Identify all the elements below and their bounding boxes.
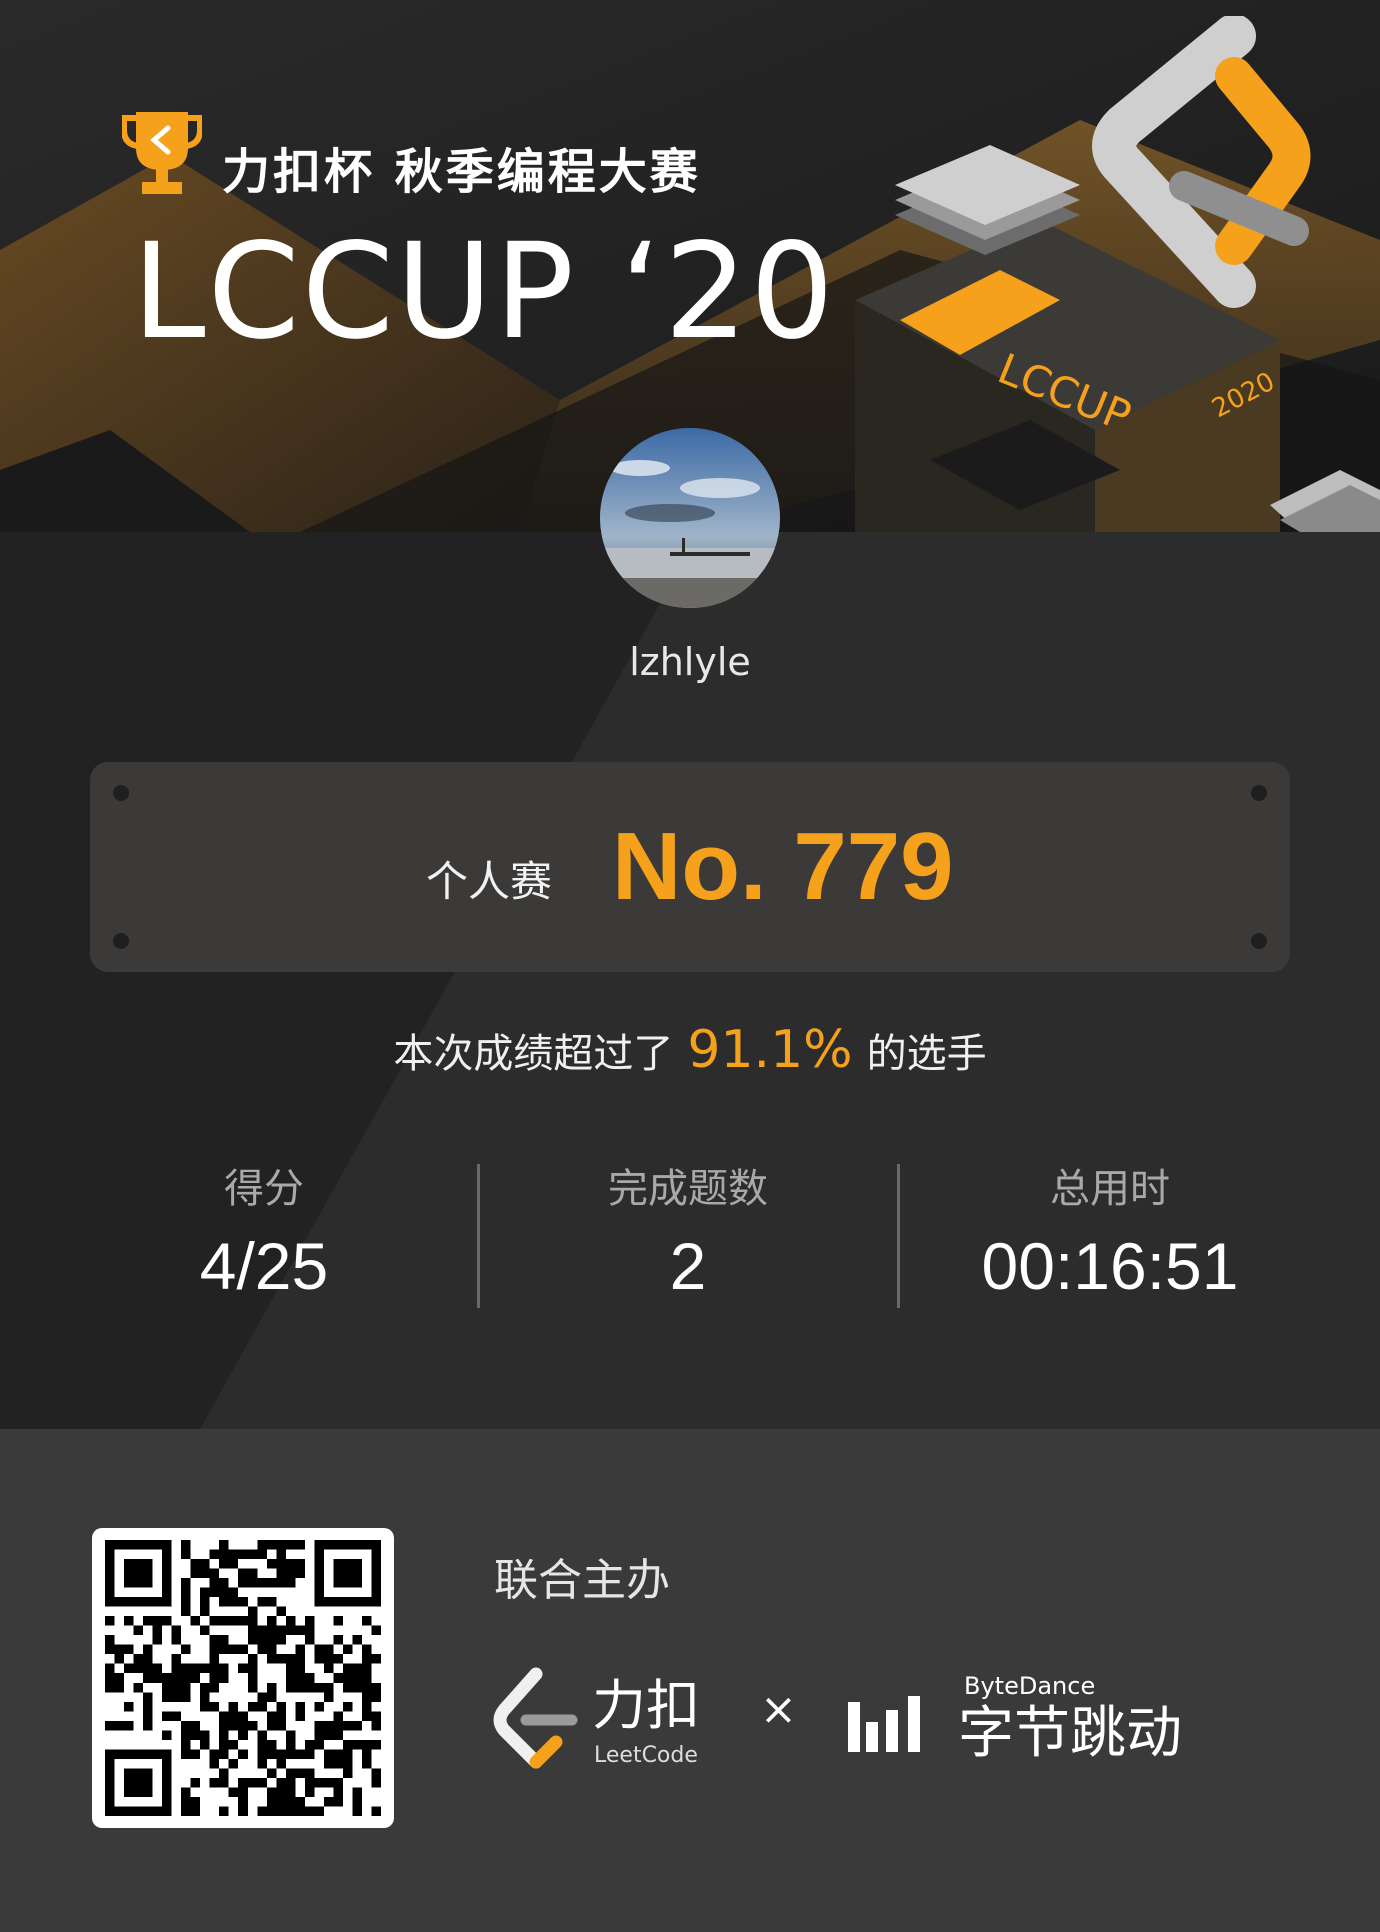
leetcode-cn: 力扣 bbox=[592, 1674, 700, 1737]
qr-code[interactable] bbox=[92, 1528, 394, 1828]
lccup-3d-logo bbox=[1092, 16, 1311, 308]
percentile-prefix: 本次成绩超过了 bbox=[393, 1031, 674, 1077]
rivet bbox=[1251, 785, 1267, 801]
rivet bbox=[113, 785, 129, 801]
bytedance-en: ByteDance bbox=[964, 1672, 1095, 1700]
times-sign: × bbox=[760, 1684, 797, 1735]
stat-label: 总用时 bbox=[1050, 1166, 1170, 1212]
contest-title: LCCUP ‘20 bbox=[132, 215, 836, 369]
stat-value: 00:16:51 bbox=[981, 1229, 1239, 1303]
leetcode-logo[interactable]: 力扣 LeetCode bbox=[492, 1662, 722, 1772]
rivet bbox=[1251, 933, 1267, 949]
bytedance-cn: 字节跳动 bbox=[958, 1701, 1182, 1766]
stat-value: 4/25 bbox=[199, 1229, 329, 1303]
box-year-label: 2020 bbox=[1210, 367, 1280, 425]
rank-value: No. 779 bbox=[612, 813, 954, 920]
stat-value: 2 bbox=[669, 1229, 707, 1303]
stat-time: 总用时 00:16:51 bbox=[930, 1156, 1290, 1304]
contest-subtitle: 力扣杯 秋季编程大赛 bbox=[222, 144, 701, 200]
rivet bbox=[113, 933, 129, 949]
box-text: LCCUP bbox=[991, 344, 1137, 430]
percentile-line: 本次成绩超过了 91.1% 的选手 bbox=[0, 1020, 1380, 1080]
box-lccup-label: LCCUP bbox=[991, 344, 1137, 430]
stat-label: 完成题数 bbox=[608, 1166, 768, 1212]
rank-label: 个人赛 bbox=[426, 857, 553, 906]
stat-solved: 完成题数 2 bbox=[508, 1156, 868, 1304]
divider bbox=[477, 1164, 480, 1308]
avatar[interactable] bbox=[600, 428, 780, 608]
divider bbox=[897, 1164, 900, 1308]
bytedance-logo[interactable]: ByteDance 字节跳动 bbox=[846, 1666, 1226, 1776]
stat-label: 得分 bbox=[224, 1166, 304, 1212]
stat-score: 得分 4/25 bbox=[84, 1156, 444, 1304]
username[interactable]: lzhlyle bbox=[0, 640, 1380, 684]
trophy-icon bbox=[122, 112, 202, 194]
percentile-value: 91.1% bbox=[687, 1020, 853, 1080]
co-host-label: 联合主办 bbox=[494, 1555, 670, 1606]
leetcode-en: LeetCode bbox=[594, 1743, 698, 1768]
percentile-suffix: 的选手 bbox=[866, 1031, 987, 1077]
box-year: 2020 bbox=[1210, 367, 1280, 425]
